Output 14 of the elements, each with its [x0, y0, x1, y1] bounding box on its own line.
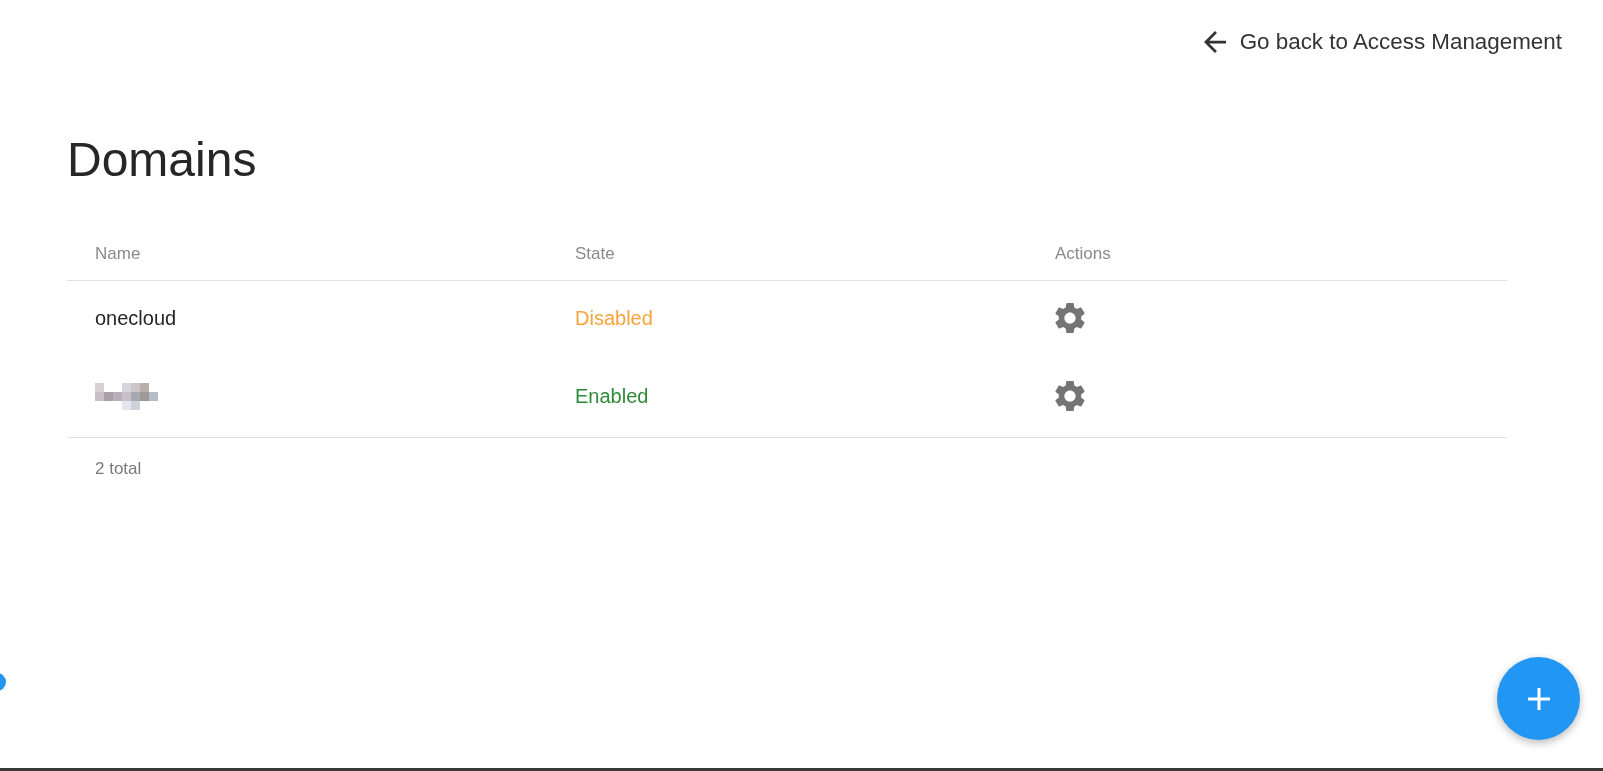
page-title: Domains	[67, 132, 257, 188]
settings-icon[interactable]	[1055, 381, 1085, 412]
column-header: Name	[67, 222, 547, 281]
plus-icon	[1527, 687, 1550, 710]
arrow-left-icon	[1203, 31, 1226, 53]
column-header: Actions	[1027, 222, 1507, 281]
back-link[interactable]: Go back to Access Management	[1203, 29, 1562, 55]
total-count: 2 total	[94, 458, 142, 481]
settings-icon[interactable]	[1055, 303, 1085, 334]
table-cell: onecloud	[67, 280, 547, 360]
add-button[interactable]	[1497, 657, 1580, 740]
status-text: Enabled	[547, 359, 1027, 438]
status-text: Disabled	[547, 280, 1027, 360]
column-header: State	[547, 222, 1027, 281]
